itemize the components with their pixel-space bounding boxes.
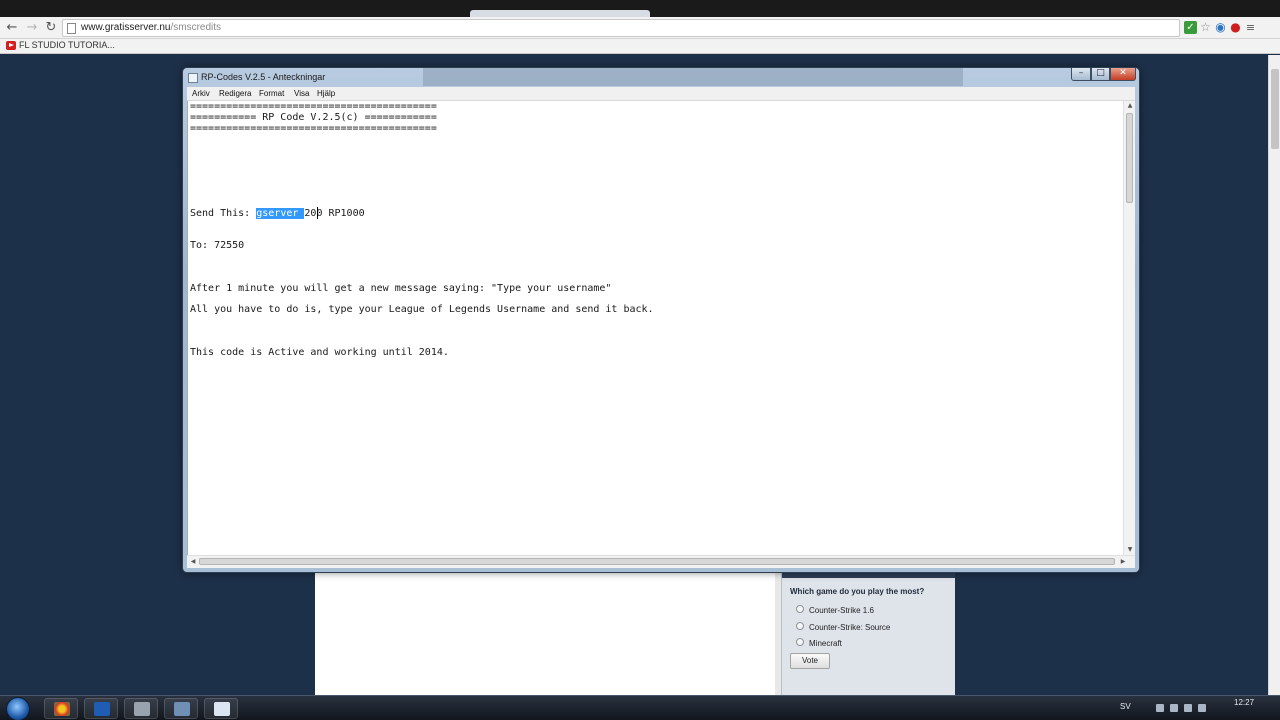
tray-icon[interactable] [1198,704,1206,712]
taskbar-app-2[interactable] [84,698,118,719]
send-rest: 200 RP1000 [304,208,365,219]
text-line-header: =========== RP Code V.2.5(c) ===========… [190,112,437,123]
taskbar-app-4[interactable] [164,698,198,719]
horizontal-scrollbar-thumb[interactable] [199,558,1115,565]
tray-icon[interactable] [1156,704,1164,712]
window-title: RP-Codes V.2.5 - Anteckningar [201,72,326,82]
extension-icon-green[interactable]: ✓ [1184,21,1197,34]
vertical-scrollbar-thumb[interactable] [1126,113,1133,203]
menu-hjalp[interactable]: Hjälp [317,89,335,98]
bookmark-fl-studio[interactable]: FL STUDIO TUTORIA... [19,40,115,50]
send-label: Send This: [190,208,257,219]
network-icon[interactable] [1170,704,1178,712]
youtube-icon [6,41,16,50]
reload-icon[interactable]: ↻ [43,20,59,36]
taskbar: SV 12:27 [0,695,1280,720]
poll-option-label: Counter-Strike 1.6 [809,606,874,615]
scroll-up-icon[interactable]: ▲ [1124,101,1136,111]
back-arrow-icon[interactable]: ← [4,20,20,36]
address-url[interactable]: www.gratisserver.nu/smscredits [81,22,221,33]
text-line-rule-bottom: ========================================… [190,123,437,134]
vote-button[interactable]: Vote [790,653,830,669]
language-indicator[interactable]: SV [1120,702,1131,711]
text-line-all: All you have to do is, type your League … [190,304,654,315]
app-icon [134,702,150,716]
clock[interactable]: 12:27 [1234,698,1254,707]
text-cursor [317,207,318,219]
bookmarks-bar: FL STUDIO TUTORIA... [0,39,1280,54]
browser-toolbar: ← → ↻ www.gratisserver.nu/smscredits ✓ ☆… [0,17,1280,39]
notepad-window: RP-Codes V.2.5 - Anteckningar – □ ✕ Arki… [182,67,1140,573]
address-bar[interactable]: www.gratisserver.nu/smscredits [62,19,1180,37]
minimize-button[interactable]: – [1071,68,1091,81]
text-line-active: This code is Active and working until 20… [190,347,449,358]
volume-icon[interactable] [1184,704,1192,712]
text-line-rule-top: ========================================… [190,101,437,112]
browser-tab[interactable] [470,10,650,17]
text-line-to: To: 72550 [190,240,245,251]
poll-option-label: Minecraft [809,639,842,648]
opera-extension-icon[interactable]: ● [1229,21,1242,34]
scroll-right-icon[interactable]: ▶ [1117,556,1129,568]
scroll-left-icon[interactable]: ◀ [187,556,199,568]
text-line-send: Send This: gserver 200 RP1000 [190,208,365,219]
menu-bar: Arkiv Redigera Format Visa Hjälp [187,87,1135,101]
start-button[interactable] [6,697,30,720]
close-button[interactable]: ✕ [1110,68,1136,81]
menu-arkiv[interactable]: Arkiv [192,89,210,98]
taskbar-chrome[interactable] [44,698,78,719]
poll-option-label: Counter-Strike: Source [809,623,891,632]
forward-arrow-icon[interactable]: → [24,20,40,36]
page-scrollbar-thumb[interactable] [1271,69,1279,149]
page-scrollbar[interactable] [1268,55,1280,695]
taskbar-app-3[interactable] [124,698,158,719]
taskbar-notepad[interactable] [204,698,238,719]
page-icon [67,23,76,34]
vertical-scrollbar[interactable]: ▲ ▼ [1123,101,1135,555]
browser-tab-strip [0,0,1280,17]
notepad-icon [214,702,230,716]
menu-visa[interactable]: Visa [294,89,309,98]
wrench-menu-icon[interactable]: ≡ [1244,21,1257,34]
app-icon [174,702,190,716]
chrome-icon [54,702,70,716]
titlebar-glass-reflection [423,68,963,86]
selected-text[interactable]: gserver [256,208,305,219]
horizontal-scrollbar[interactable]: ◀ ▶ [187,555,1135,568]
scroll-down-icon[interactable]: ▼ [1124,545,1136,555]
app-icon [94,702,110,716]
notepad-icon [188,73,198,83]
radio-button[interactable] [796,638,804,646]
eye-extension-icon[interactable]: ◉ [1214,21,1227,34]
text-editor[interactable]: ========================================… [187,101,1123,555]
text-line-after: After 1 minute you will get a new messag… [190,283,612,294]
site-content-area [315,565,775,695]
poll-title: Which game do you play the most? [790,587,925,596]
menu-format[interactable]: Format [259,89,284,98]
maximize-button[interactable]: □ [1091,68,1110,81]
menu-redigera[interactable]: Redigera [219,89,251,98]
poll-widget: Which game do you play the most? Counter… [781,565,955,695]
radio-button[interactable] [796,605,804,613]
radio-button[interactable] [796,622,804,630]
bookmark-star-icon[interactable]: ☆ [1199,21,1212,34]
